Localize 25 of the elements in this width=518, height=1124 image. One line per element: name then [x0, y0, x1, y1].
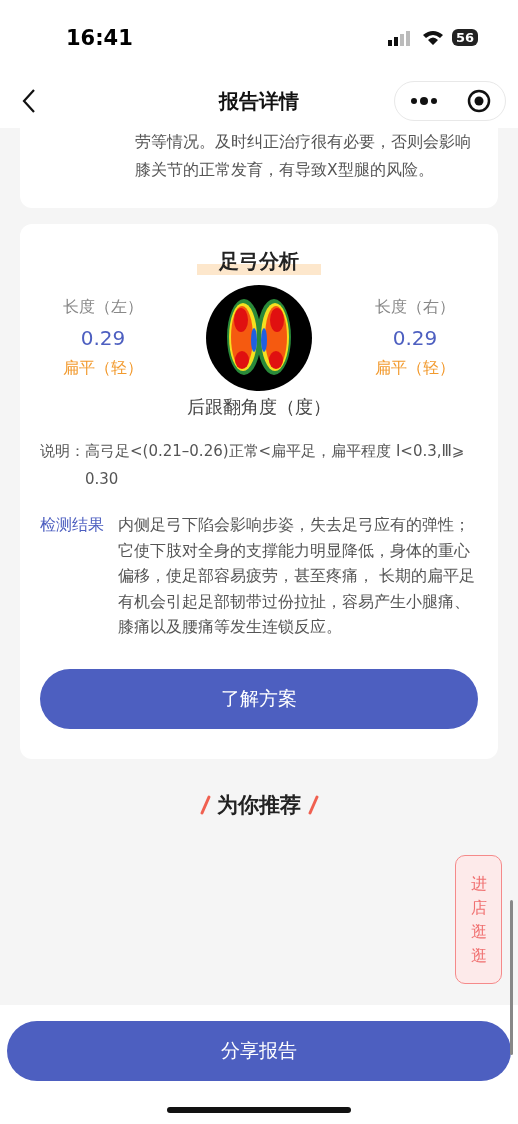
slash-icon	[199, 794, 211, 815]
result-text: 内侧足弓下陷会影响步姿，失去足弓应有的弹性；它使下肢对全身的支撑能力明显降低，身体的重心偏移，使足部容易疲劳，甚至疼痛， 长期的扁平足有机会引起足部韧带过份拉扯，容易产生小腿痛、膝痛以及腰痛等发生连锁反应。	[118, 515, 476, 638]
plan-button[interactable]: 了解方案	[40, 668, 478, 729]
length-value: 0.29	[392, 326, 438, 350]
length-label: 长度（左）	[63, 297, 143, 318]
note-text: 高弓足<(0.21–0.26)正常<扁平足，扁平程度 Ⅰ<0.3,Ⅲ⩾0.30	[85, 441, 466, 490]
angle-label: 后跟翻角度（度）	[187, 395, 331, 419]
card-title: 足弓分析	[197, 248, 321, 275]
battery-level: 56	[451, 29, 478, 46]
note-label: 说明：	[40, 441, 85, 462]
result-label: 检测结果	[40, 515, 104, 536]
page-title: 报告详情	[219, 88, 299, 115]
grade-text: 扁平（轻）	[375, 358, 455, 379]
grade-text: 扁平（轻）	[63, 358, 143, 379]
more-icon[interactable]	[409, 97, 438, 105]
length-value: 0.29	[80, 326, 126, 350]
close-icon[interactable]	[466, 89, 491, 113]
share-button[interactable]: 分享报告	[7, 1021, 511, 1081]
wifi-icon	[421, 29, 444, 46]
result-text: 劳等情况。及时纠正治疗很有必要，否则会影响	[135, 132, 472, 153]
result-text: 膝关节的正常发育，有导致X型腿的风险。	[135, 160, 435, 181]
status-time: 16:41	[66, 25, 133, 50]
section-title: 为你推荐	[217, 791, 301, 819]
length-label: 长度（右）	[375, 297, 455, 318]
slash-icon	[307, 794, 319, 815]
